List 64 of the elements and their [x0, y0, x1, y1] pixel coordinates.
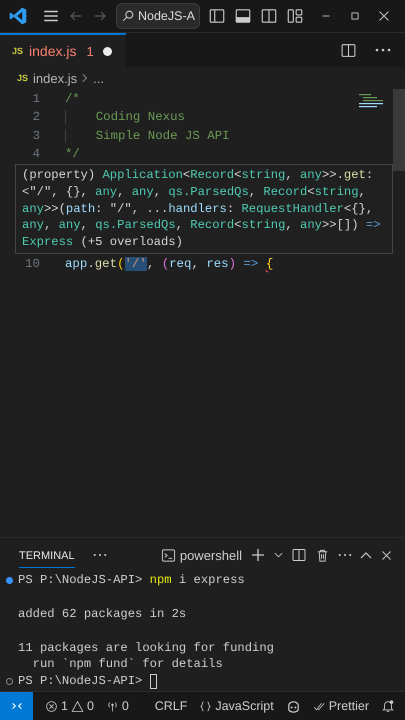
- more-actions-icon[interactable]: [375, 48, 391, 52]
- terminal-shell-label[interactable]: powershell: [180, 548, 242, 562]
- command-center-search[interactable]: NodeJS-A: [116, 3, 200, 29]
- line-ending-status[interactable]: CRLF: [154, 699, 188, 713]
- javascript-file-icon: JS: [17, 73, 28, 83]
- app-logo-icon[interactable]: [8, 6, 28, 26]
- ports-status[interactable]: 0: [106, 699, 129, 713]
- terminal-prompt-line: PS P:\NodeJS-API>: [18, 674, 144, 688]
- tooltip-line: any, any, qs.ParsedQs, Record<string, any>>[]) =>: [22, 217, 382, 234]
- terminal-output-line: 11 packages are looking for funding: [18, 640, 274, 655]
- terminal-prompt-line: PS P:\NodeJS-API> npm i express: [18, 573, 245, 588]
- tooltip-line: any>>(path: "/", ...handlers: RequestHandler<{},: [22, 200, 374, 218]
- plus-icon[interactable]: [250, 547, 266, 563]
- scrollbar-thumb[interactable]: [393, 89, 405, 171]
- line-number: 1: [32, 92, 41, 106]
- line-number: 10: [24, 256, 41, 271]
- panel-toggle-icon[interactable]: [234, 7, 252, 25]
- chevron-right-icon: [82, 73, 88, 83]
- warning-icon: [70, 700, 84, 712]
- terminal-output-line: added 62 packages in 2s: [18, 606, 186, 621]
- split-terminal-icon[interactable]: [291, 547, 307, 563]
- search-icon: [121, 9, 135, 23]
- problems-status[interactable]: 1 0: [45, 699, 94, 713]
- code-line: Coding Nexus: [65, 110, 185, 124]
- split-editor-icon[interactable]: [340, 42, 357, 58]
- language-status[interactable]: JavaScript: [199, 699, 274, 713]
- antenna-icon: [106, 700, 119, 712]
- bell-icon[interactable]: [381, 699, 395, 713]
- line-number: 2: [32, 110, 41, 124]
- more-actions-icon[interactable]: [92, 553, 107, 557]
- code-line: Simple Node JS API: [65, 128, 230, 143]
- braces-icon: [199, 700, 212, 712]
- close-icon[interactable]: [376, 9, 391, 23]
- line-number: 3: [32, 128, 41, 143]
- code-line: */: [65, 147, 80, 162]
- tooltip-line: (property) Application<Record<string, any>>.get:: [22, 167, 374, 184]
- line-number: 4: [32, 147, 41, 162]
- tooltip-line: Express (+5 overloads): [22, 234, 184, 251]
- layout-icon[interactable]: [286, 7, 304, 25]
- breadcrumb-item[interactable]: ...: [93, 70, 104, 86]
- chevron-down-icon[interactable]: [274, 552, 283, 558]
- panel-tab[interactable]: TERMINAL: [19, 542, 75, 568]
- error-icon: [45, 700, 58, 712]
- chevron-up-icon[interactable]: [360, 551, 372, 559]
- tab-label: index.js: [29, 43, 76, 59]
- copilot-icon[interactable]: [286, 698, 301, 714]
- code-line: /*: [65, 92, 80, 106]
- trash-icon[interactable]: [315, 548, 330, 562]
- primary-sidebar-toggle-icon[interactable]: [208, 7, 226, 25]
- terminal-output-line: run `npm fund` for details: [32, 657, 223, 672]
- formatter-status[interactable]: Prettier: [312, 699, 369, 713]
- code-line: app.get('/', (req, res) => {: [65, 256, 274, 271]
- command-success-dot-icon[interactable]: [6, 576, 13, 584]
- editor-tab[interactable]: JS index.js 1: [0, 33, 126, 67]
- command-decoration-icon[interactable]: [6, 678, 13, 685]
- tooltip-line: <"/", {}, any, any, qs.ParsedQs, Record<string,: [22, 184, 367, 201]
- terminal-icon: [160, 548, 176, 562]
- javascript-file-icon: JS: [12, 46, 24, 56]
- more-actions-icon[interactable]: [338, 553, 352, 557]
- close-icon[interactable]: [380, 548, 393, 562]
- unsaved-dot-icon[interactable]: [102, 46, 112, 56]
- secondary-sidebar-toggle-icon[interactable]: [260, 7, 278, 25]
- problem-count: 1: [86, 44, 94, 58]
- breadcrumb-item[interactable]: index.js: [33, 70, 78, 86]
